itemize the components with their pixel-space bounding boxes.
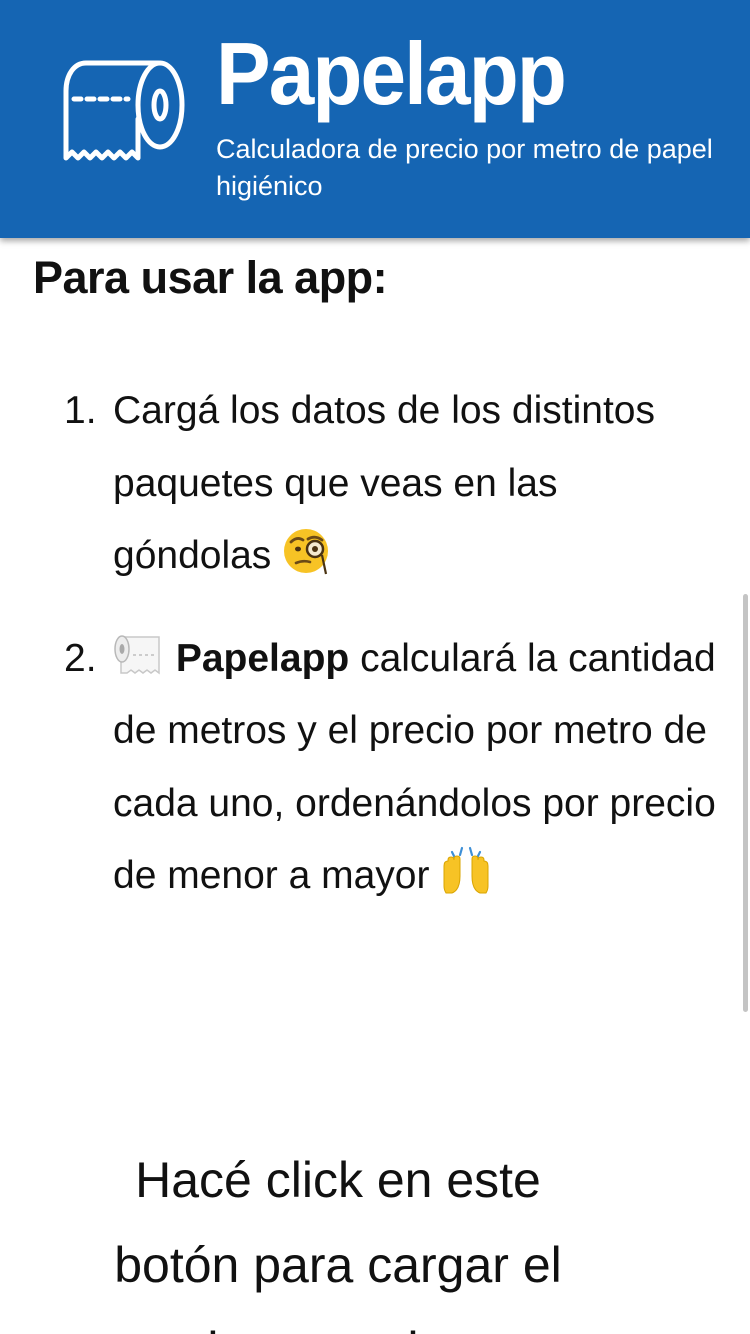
toilet-paper-roll-icon [63, 60, 185, 161]
instruction-step-2: 2. Papelapp calculará la cantidad de met… [0, 623, 720, 913]
step-text: Cargá los datos de los distintos paquete… [113, 389, 655, 577]
raising-hands-emoji [443, 846, 489, 894]
app-title: Papelapp [216, 24, 567, 123]
step-number: 1. [64, 389, 97, 432]
app-header: Papelapp Calculadora de precio por metro… [0, 0, 750, 238]
toilet-paper-roll-emoji [114, 634, 160, 674]
app-subtitle: Calculadora de precio por metro de papel… [216, 134, 713, 201]
instructions-heading: Para usar la app: [33, 252, 388, 303]
app-name-inline: Papelapp [175, 636, 350, 680]
face-with-monocle-emoji [284, 529, 329, 575]
step-number: 2. [64, 636, 97, 680]
scrollbar[interactable] [743, 594, 748, 1012]
instruction-step-1: 1. Cargá los datos de los distintos paqu… [0, 375, 720, 593]
instructions-list: 1. Cargá los datos de los distintos paqu… [0, 375, 720, 913]
cta-instruction-text: Hacé click en este botón para cargar el … [114, 1152, 562, 1334]
main-content: Para usar la app: 1. Cargá los datos de … [0, 238, 750, 1334]
